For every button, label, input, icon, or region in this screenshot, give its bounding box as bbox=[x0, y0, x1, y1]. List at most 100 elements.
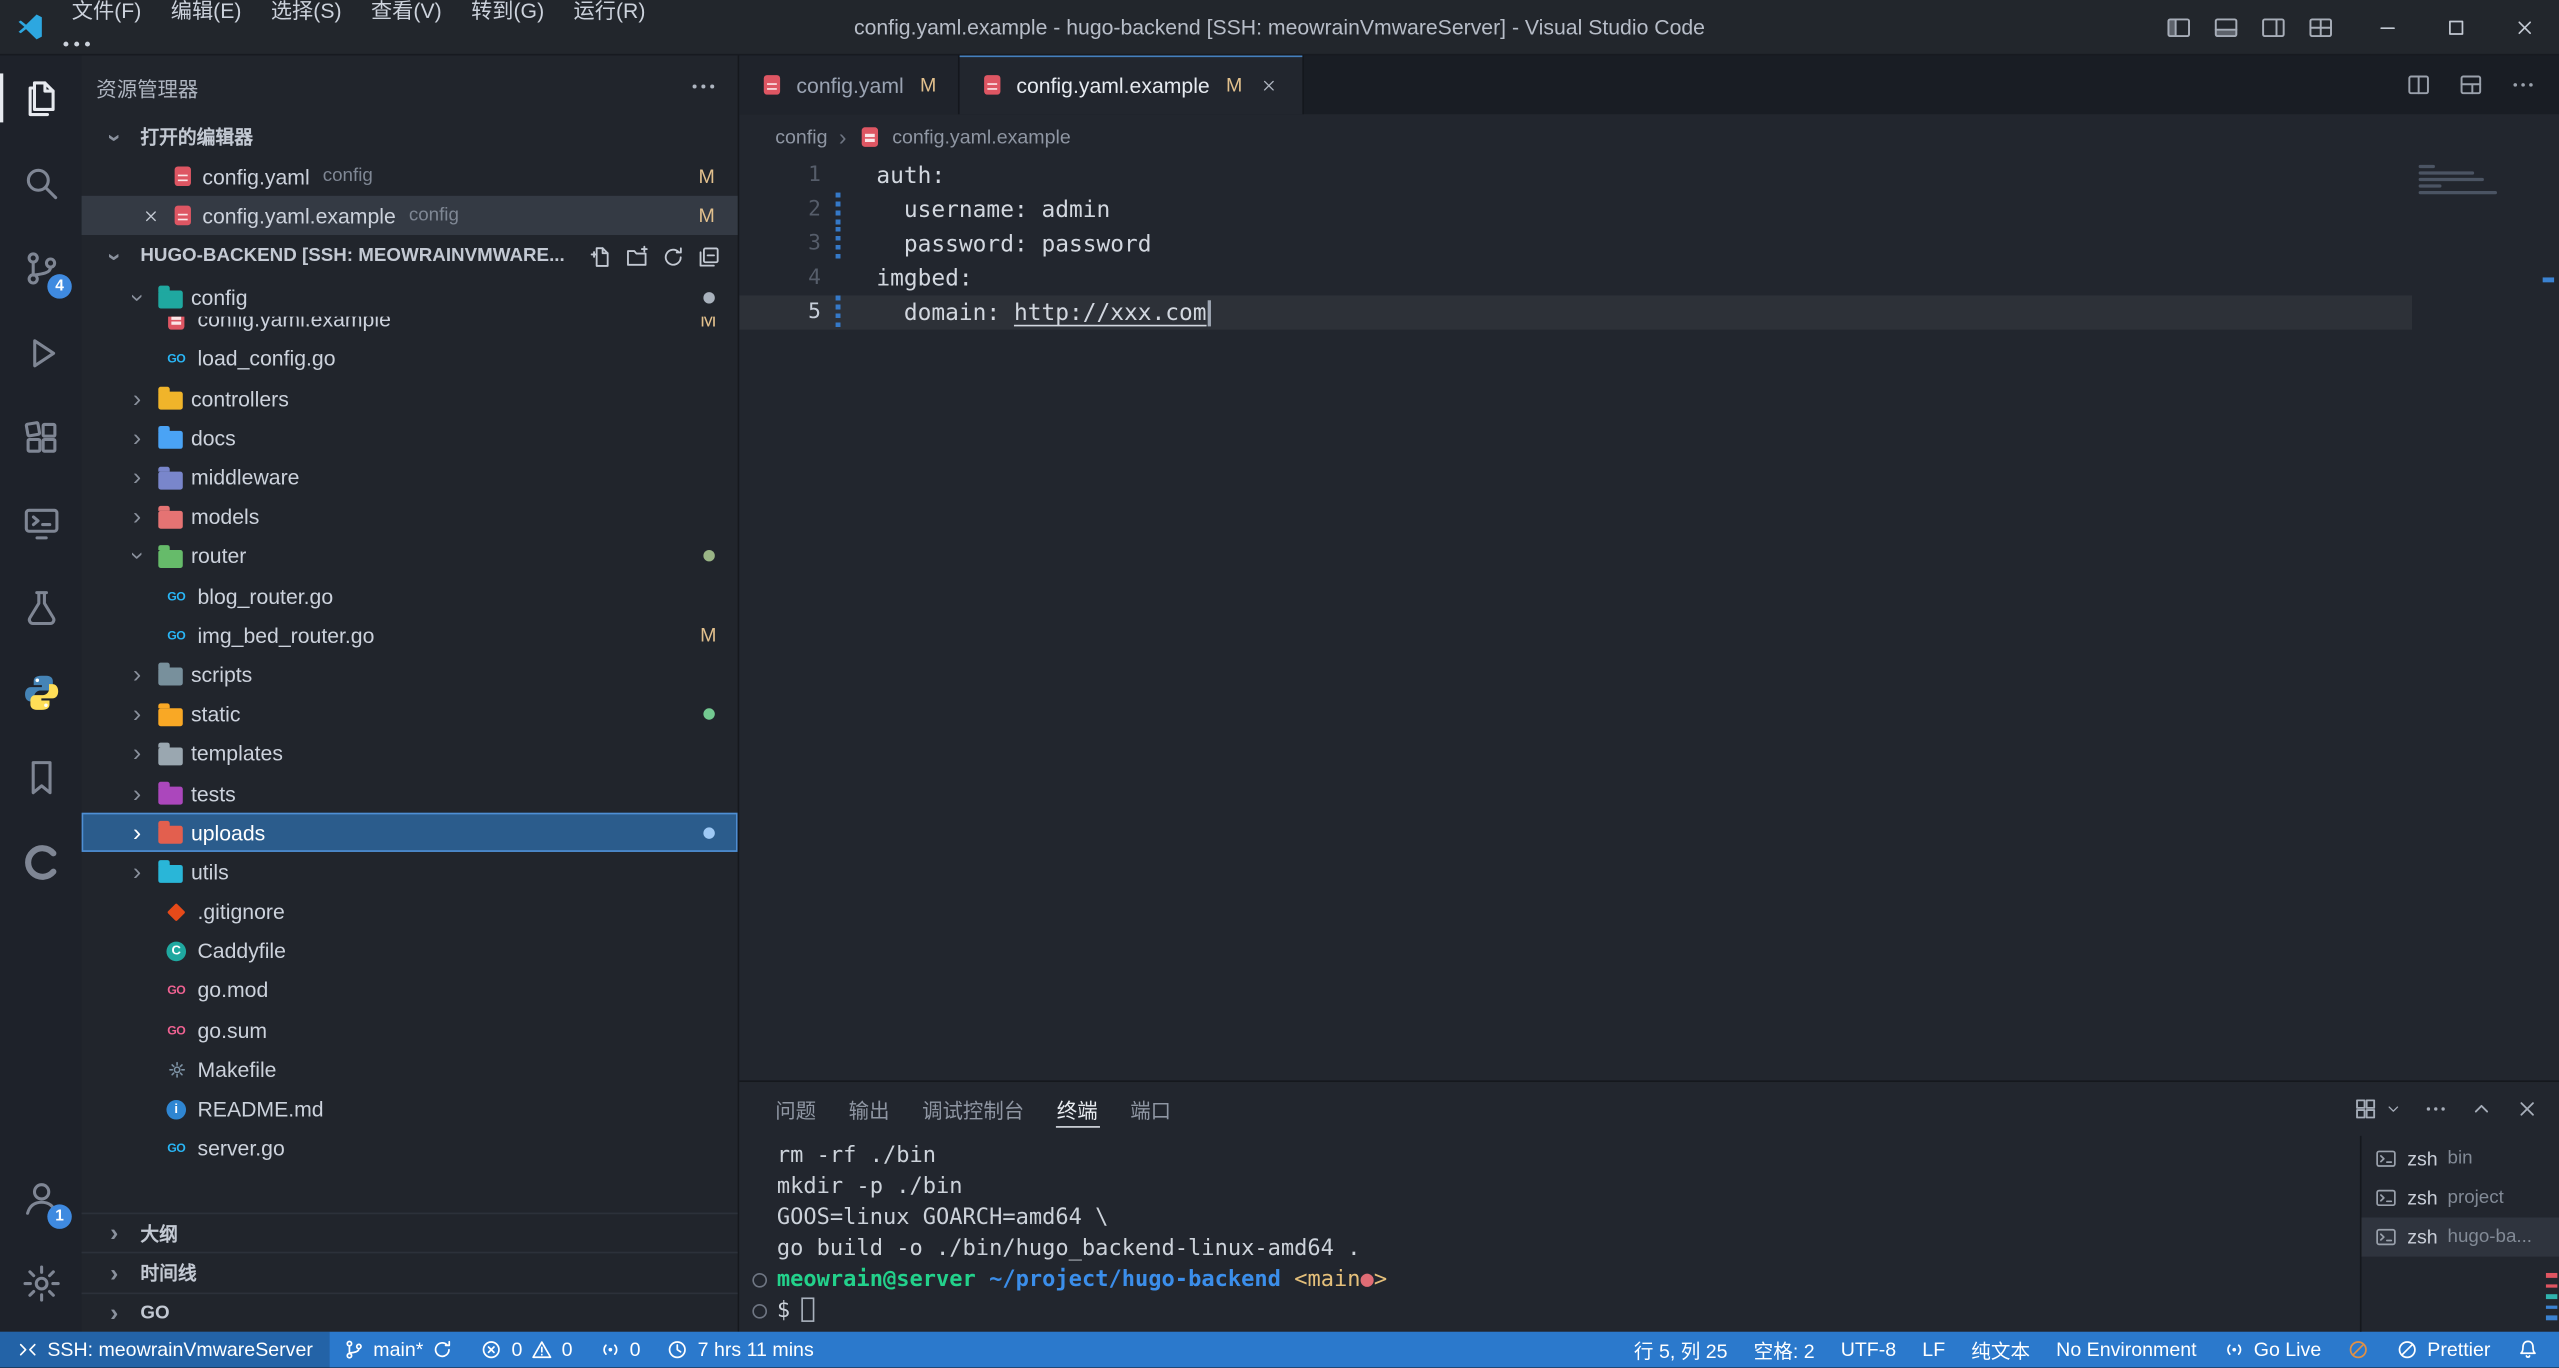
split-editor-icon[interactable] bbox=[2406, 72, 2432, 98]
minimize-button[interactable] bbox=[2353, 0, 2422, 54]
activity-account[interactable]: 1 bbox=[0, 1156, 82, 1241]
section-go[interactable]: GO bbox=[82, 1292, 738, 1332]
tree-folder-static[interactable]: static bbox=[82, 695, 738, 734]
tree-file-load-config-go[interactable]: GOload_config.go bbox=[82, 339, 738, 378]
sidebar-more-icon[interactable] bbox=[689, 72, 718, 101]
tree-file-server-go[interactable]: GOserver.go bbox=[82, 1129, 738, 1168]
activity-search[interactable] bbox=[0, 140, 82, 225]
indentation[interactable]: 空格: 2 bbox=[1741, 1332, 1828, 1368]
tree-file-makefile[interactable]: Makefile bbox=[82, 1050, 738, 1089]
chevron-up-icon[interactable] bbox=[2469, 1097, 2493, 1121]
code-editor[interactable]: 1auth:2 username: admin3 password: passw… bbox=[739, 158, 2559, 1081]
open-editor-config-yaml-example[interactable]: config.yaml.exampleconfigM bbox=[82, 196, 738, 235]
python-environment[interactable]: No Environment bbox=[2043, 1332, 2210, 1368]
activity-testing[interactable] bbox=[0, 565, 82, 650]
activity-remote-explorer[interactable] bbox=[0, 480, 82, 565]
more-icon[interactable] bbox=[2510, 72, 2536, 98]
wakatime[interactable]: 7 hrs 11 mins bbox=[654, 1332, 827, 1368]
go-live[interactable]: Go Live bbox=[2210, 1332, 2335, 1368]
activity-c-logo[interactable] bbox=[0, 819, 82, 904]
url-link[interactable]: http://xxx.com bbox=[1014, 299, 1207, 325]
menu-run[interactable]: 运行(R) bbox=[559, 0, 660, 29]
editor-layout-icon[interactable] bbox=[2458, 72, 2484, 98]
activity-bookmarks[interactable] bbox=[0, 734, 82, 819]
maximize-button[interactable] bbox=[2422, 0, 2491, 54]
menu-view[interactable]: 查看(V) bbox=[356, 0, 456, 29]
activity-run-debug[interactable] bbox=[0, 310, 82, 395]
tree-file-gitignore[interactable]: .gitignore bbox=[82, 892, 738, 931]
tree-folder-router[interactable]: router bbox=[82, 537, 738, 576]
breadcrumb-item[interactable]: config.yaml.example bbox=[892, 125, 1071, 148]
activity-python[interactable] bbox=[0, 650, 82, 735]
tree-folder-templates[interactable]: templates bbox=[82, 734, 738, 773]
terminal-input-line[interactable]: $ bbox=[777, 1296, 2360, 1327]
tree-folder-utils[interactable]: utils bbox=[82, 852, 738, 891]
tree-folder-docs[interactable]: docs bbox=[82, 418, 738, 457]
menu-file[interactable]: 文件(F) bbox=[57, 0, 156, 29]
menu-goto[interactable]: 转到(G) bbox=[456, 0, 558, 29]
close-icon[interactable] bbox=[137, 202, 163, 228]
formatter-status[interactable] bbox=[2334, 1332, 2383, 1368]
open-editor-config-yaml[interactable]: config.yamlconfigM bbox=[82, 157, 738, 196]
tab-config-yaml[interactable]: config.yamlM bbox=[739, 55, 959, 114]
tree-file-go-sum[interactable]: GOgo.sum bbox=[82, 1010, 738, 1049]
activity-explorer[interactable] bbox=[0, 55, 82, 140]
terminal-tab-hugo-ba[interactable]: zshhugo-ba... bbox=[2362, 1218, 2559, 1257]
minimap[interactable] bbox=[2419, 165, 2537, 197]
tree-folder-controllers[interactable]: controllers bbox=[82, 379, 738, 418]
chevron-down-icon[interactable] bbox=[2384, 1100, 2402, 1118]
panel-tab-ports[interactable]: 端口 bbox=[1114, 1083, 1187, 1137]
layout-panel-icon[interactable] bbox=[2213, 14, 2239, 40]
problems[interactable]: 00 bbox=[467, 1332, 585, 1368]
ports-forwarded[interactable]: 0 bbox=[586, 1332, 654, 1368]
activity-settings[interactable] bbox=[0, 1241, 82, 1326]
terminal-tab-project[interactable]: zshproject bbox=[2362, 1179, 2559, 1218]
menu-more-icon[interactable] bbox=[57, 25, 96, 61]
breadcrumb-item[interactable]: config bbox=[775, 125, 827, 148]
terminal[interactable]: rm -rf ./binmkdir -p ./binGOOS=linux GOA… bbox=[739, 1136, 2360, 1332]
cursor-position[interactable]: 行 5, 列 25 bbox=[1621, 1332, 1741, 1368]
panel-tab-terminal[interactable]: 终端 bbox=[1040, 1083, 1113, 1137]
views-grid-icon[interactable] bbox=[2353, 1097, 2377, 1121]
panel-tab-debug-console[interactable]: 调试控制台 bbox=[906, 1083, 1041, 1137]
workspace-section-header[interactable]: HUGO-BACKEND [SSH: MEOWRAINVMWARE... bbox=[82, 235, 738, 277]
panel-tab-problems[interactable]: 问题 bbox=[759, 1083, 832, 1137]
tree-folder-uploads[interactable]: uploads bbox=[82, 813, 738, 852]
tree-folder-middleware[interactable]: middleware bbox=[82, 458, 738, 497]
tree-file-img-bed-router-go[interactable]: GOimg_bed_router.goM bbox=[82, 616, 738, 655]
menu-edit[interactable]: 编辑(E) bbox=[156, 0, 256, 29]
layout-sidebar-right-icon[interactable] bbox=[2260, 14, 2286, 40]
menu-selection[interactable]: 选择(S) bbox=[256, 0, 356, 29]
git-branch[interactable]: main* bbox=[329, 1332, 467, 1368]
eol-sequence[interactable]: LF bbox=[1909, 1332, 1958, 1368]
tree-folder-tests[interactable]: tests bbox=[82, 773, 738, 812]
close-icon[interactable] bbox=[2515, 1097, 2539, 1121]
new-folder-icon[interactable] bbox=[625, 244, 649, 268]
prettier[interactable]: Prettier bbox=[2383, 1332, 2503, 1368]
tree-file-readme-md[interactable]: iREADME.md bbox=[82, 1089, 738, 1128]
layout-customize-icon[interactable] bbox=[2308, 14, 2334, 40]
section-outline[interactable]: 大纲 bbox=[82, 1212, 738, 1252]
open-editors-header[interactable]: 打开的编辑器 bbox=[82, 118, 738, 157]
refresh-icon[interactable] bbox=[661, 244, 685, 268]
tree-folder-config[interactable]: config bbox=[82, 277, 738, 316]
tab-config-yaml-example[interactable]: config.yaml.exampleM bbox=[959, 55, 1304, 114]
terminal-tab-bin[interactable]: zshbin bbox=[2362, 1140, 2559, 1179]
remote-indicator[interactable]: SSH: meowrainVmwareServer bbox=[0, 1332, 329, 1368]
language-mode[interactable]: 纯文本 bbox=[1958, 1332, 2043, 1368]
close-button[interactable] bbox=[2490, 0, 2559, 54]
more-icon[interactable] bbox=[2424, 1097, 2448, 1121]
tree-file-caddyfile[interactable]: CCaddyfile bbox=[82, 931, 738, 970]
collapse-all-icon[interactable] bbox=[697, 244, 721, 268]
tree-file-go-mod[interactable]: GOgo.mod bbox=[82, 971, 738, 1010]
encoding[interactable]: UTF-8 bbox=[1828, 1332, 1910, 1368]
layout-sidebar-icon[interactable] bbox=[2166, 14, 2192, 40]
tree-folder-scripts[interactable]: scripts bbox=[82, 655, 738, 694]
tree-folder-models[interactable]: models bbox=[82, 497, 738, 536]
new-file-icon[interactable] bbox=[589, 244, 613, 268]
activity-extensions[interactable] bbox=[0, 395, 82, 480]
close-icon[interactable] bbox=[1255, 71, 1283, 99]
tree-file-blog-router-go[interactable]: GOblog_router.go bbox=[82, 576, 738, 615]
tree-file-config-yaml-example[interactable]: config.yaml.exampleM bbox=[82, 317, 738, 339]
notifications[interactable] bbox=[2504, 1332, 2553, 1368]
